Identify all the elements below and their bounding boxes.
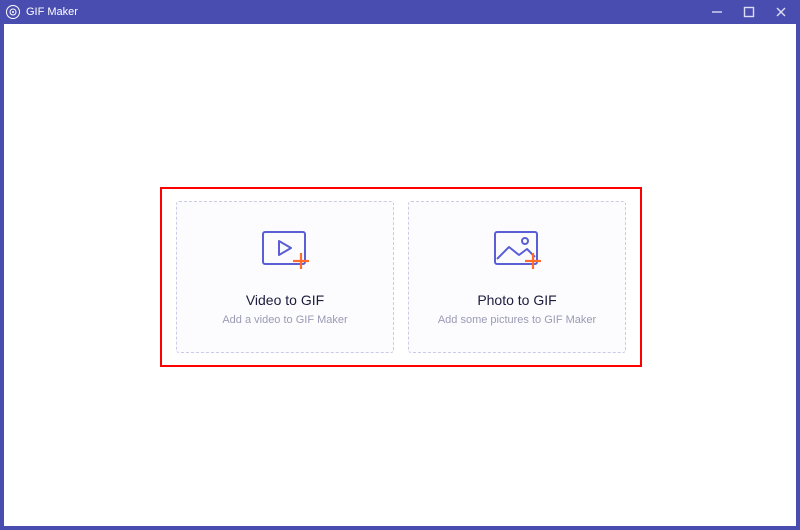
close-button[interactable] — [774, 5, 788, 19]
app-title: GIF Maker — [26, 6, 78, 18]
video-play-icon — [257, 228, 313, 276]
app-icon — [6, 5, 20, 19]
titlebar: GIF Maker — [0, 0, 800, 24]
card-title: Video to GIF — [246, 292, 324, 308]
photo-to-gif-card[interactable]: Photo to GIF Add some pictures to GIF Ma… — [408, 201, 626, 353]
card-subtitle: Add some pictures to GIF Maker — [438, 314, 596, 326]
video-to-gif-card[interactable]: Video to GIF Add a video to GIF Maker — [176, 201, 394, 353]
window-controls — [710, 5, 794, 19]
maximize-button[interactable] — [742, 5, 756, 19]
photo-image-icon — [489, 228, 545, 276]
card-title: Photo to GIF — [477, 292, 556, 308]
highlight-annotation: Video to GIF Add a video to GIF Maker Ph… — [160, 187, 642, 367]
minimize-button[interactable] — [710, 5, 724, 19]
app-window: GIF Maker — [0, 0, 800, 530]
titlebar-left: GIF Maker — [6, 5, 78, 19]
card-subtitle: Add a video to GIF Maker — [222, 314, 347, 326]
content-area: Video to GIF Add a video to GIF Maker Ph… — [0, 24, 800, 530]
